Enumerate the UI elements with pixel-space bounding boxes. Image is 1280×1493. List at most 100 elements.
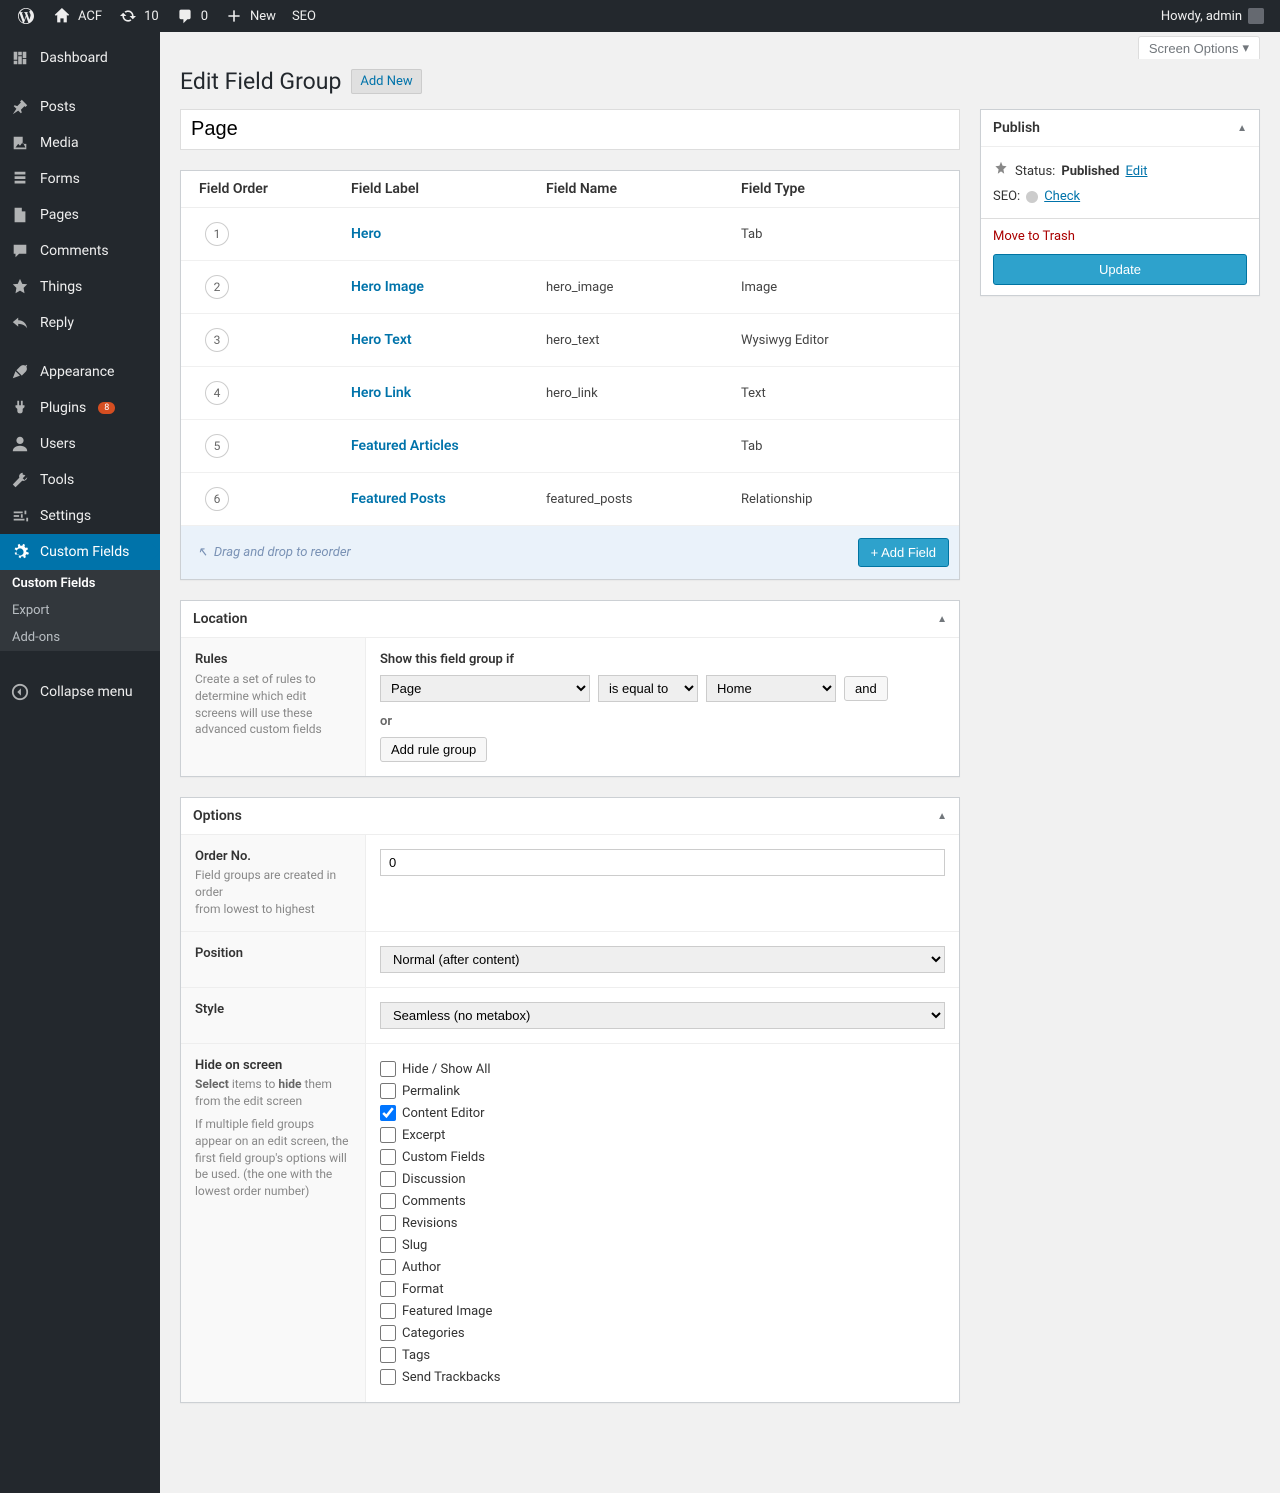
hide-checkbox[interactable] <box>380 1149 396 1165</box>
position-select[interactable]: Normal (after content) <box>380 946 945 973</box>
toggle-icon[interactable]: ▲ <box>1237 123 1247 134</box>
order-no-input[interactable] <box>380 849 945 876</box>
hide-option-label: Send Trackbacks <box>402 1370 500 1385</box>
comments-link[interactable]: 0 <box>167 0 216 32</box>
hide-checkbox[interactable] <box>380 1105 396 1121</box>
sidebar-item-pages[interactable]: Pages <box>0 197 160 233</box>
sidebar-sub-export[interactable]: Export <box>0 597 160 624</box>
hide-checkbox[interactable] <box>380 1303 396 1319</box>
hide-option-label: Featured Image <box>402 1304 492 1319</box>
hide-option-label: Hide / Show All <box>402 1062 491 1077</box>
hide-checkbox[interactable] <box>380 1061 396 1077</box>
toggle-icon[interactable]: ▲ <box>937 811 947 822</box>
sidebar-item-media[interactable]: Media <box>0 125 160 161</box>
admin-sidebar: Dashboard Posts Media Forms Pages CommentsThi… <box>0 32 160 1493</box>
hide-option: Excerpt <box>380 1124 945 1146</box>
field-name: featured_posts <box>546 492 741 507</box>
options-postbox: Options ▲ Order No. Field groups are cre… <box>180 797 960 1403</box>
field-row[interactable]: 2 Hero Image hero_image Image <box>181 261 959 314</box>
sidebar-sub-custom-fields[interactable]: Custom Fields <box>0 570 160 597</box>
hide-option: Tags <box>380 1344 945 1366</box>
sidebar-item-users[interactable]: Users <box>0 426 160 462</box>
field-row[interactable]: 6 Featured Posts featured_posts Relation… <box>181 473 959 526</box>
hide-checkbox[interactable] <box>380 1215 396 1231</box>
sidebar-item-tools[interactable]: Tools <box>0 462 160 498</box>
style-select[interactable]: Seamless (no metabox) <box>380 1002 945 1029</box>
add-rule-group-button[interactable]: Add rule group <box>380 737 487 762</box>
field-row[interactable]: 3 Hero Text hero_text Wysiwyg Editor <box>181 314 959 367</box>
group-title-input[interactable] <box>180 109 960 150</box>
field-label-link[interactable]: Hero Image <box>351 279 424 295</box>
hide-checkbox[interactable] <box>380 1369 396 1385</box>
toggle-icon[interactable]: ▲ <box>937 614 947 625</box>
site-name-link[interactable]: ACF <box>44 0 110 32</box>
updates-link[interactable]: 10 <box>110 0 167 32</box>
hide-option: Hide / Show All <box>380 1058 945 1080</box>
hide-option-label: Tags <box>402 1348 430 1363</box>
hide-checkbox[interactable] <box>380 1193 396 1209</box>
update-button[interactable]: Update <box>993 254 1247 285</box>
account-link[interactable]: Howdy, admin <box>1153 0 1272 32</box>
location-postbox: Location ▲ Rules Create a set of rules t… <box>180 600 960 777</box>
wp-logo[interactable] <box>8 0 44 32</box>
sidebar-item-forms[interactable]: Forms <box>0 161 160 197</box>
add-new-button[interactable]: Add New <box>351 69 421 94</box>
sidebar-item-posts[interactable]: Posts <box>0 89 160 125</box>
sidebar-item-label: Pages <box>40 207 79 223</box>
sidebar-item-appearance[interactable]: Appearance <box>0 354 160 390</box>
rule-operator-select[interactable]: is equal to <box>598 675 698 702</box>
hide-checkbox[interactable] <box>380 1237 396 1253</box>
sidebar-sub-add-ons[interactable]: Add-ons <box>0 624 160 651</box>
sidebar-item-things[interactable]: Things <box>0 269 160 305</box>
hide-checkbox[interactable] <box>380 1083 396 1099</box>
comment-icon <box>175 6 195 26</box>
location-lead: Show this field group if <box>380 652 945 667</box>
sidebar-item-dashboard[interactable]: Dashboard <box>0 40 160 76</box>
sidebar-item-custom-fields[interactable]: Custom Fields <box>0 534 160 570</box>
screen-options-button[interactable]: Screen Options ▾ <box>1138 36 1260 59</box>
field-row[interactable]: 1 Hero Tab <box>181 208 959 261</box>
field-label-link[interactable]: Featured Articles <box>351 438 459 454</box>
sidebar-item-label: Media <box>40 135 79 151</box>
hide-option-label: Custom Fields <box>402 1150 485 1165</box>
status-value: Published <box>1061 164 1119 179</box>
rules-desc: Create a set of rules to determine which… <box>195 671 351 738</box>
seo-link[interactable]: SEO <box>284 0 324 32</box>
hide-checkbox[interactable] <box>380 1171 396 1187</box>
media-icon <box>10 133 30 153</box>
sidebar-item-reply[interactable]: Reply <box>0 305 160 341</box>
sidebar-item-label: Settings <box>40 508 91 524</box>
hide-option-label: Categories <box>402 1326 465 1341</box>
hide-checkbox[interactable] <box>380 1259 396 1275</box>
field-label-link[interactable]: Featured Posts <box>351 491 446 507</box>
rule-param-select[interactable]: Page <box>380 675 590 702</box>
sidebar-item-comments[interactable]: Comments <box>0 233 160 269</box>
collapse-menu-button[interactable]: Collapse menu <box>0 674 160 710</box>
and-button[interactable]: and <box>844 676 888 701</box>
field-row[interactable]: 5 Featured Articles Tab <box>181 420 959 473</box>
edit-status-link[interactable]: Edit <box>1125 164 1147 179</box>
collapse-icon <box>10 682 30 702</box>
position-label: Position <box>195 946 351 961</box>
hide-option: Slug <box>380 1234 945 1256</box>
sidebar-item-settings[interactable]: Settings <box>0 498 160 534</box>
plus-icon <box>224 6 244 26</box>
hide-desc-1: Select items to hide them from the edit … <box>195 1076 351 1110</box>
hide-checkbox[interactable] <box>380 1325 396 1341</box>
field-row[interactable]: 4 Hero Link hero_link Text <box>181 367 959 420</box>
hide-checkbox[interactable] <box>380 1347 396 1363</box>
seo-check-link[interactable]: Check <box>1044 189 1080 204</box>
hide-checkbox[interactable] <box>380 1281 396 1297</box>
field-label-link[interactable]: Hero <box>351 226 381 242</box>
users-icon <box>10 434 30 454</box>
field-label-link[interactable]: Hero Link <box>351 385 411 401</box>
field-label-link[interactable]: Hero Text <box>351 332 412 348</box>
add-field-button[interactable]: + Add Field <box>858 538 949 567</box>
rule-value-select[interactable]: Home <box>706 675 836 702</box>
sidebar-item-plugins[interactable]: Plugins8 <box>0 390 160 426</box>
move-to-trash-link[interactable]: Move to Trash <box>993 229 1075 244</box>
new-content-link[interactable]: New <box>216 0 284 32</box>
hide-checkbox[interactable] <box>380 1127 396 1143</box>
appearance-icon <box>10 362 30 382</box>
publish-postbox: Publish ▲ Status: Published Edit SEO: <box>980 109 1260 296</box>
